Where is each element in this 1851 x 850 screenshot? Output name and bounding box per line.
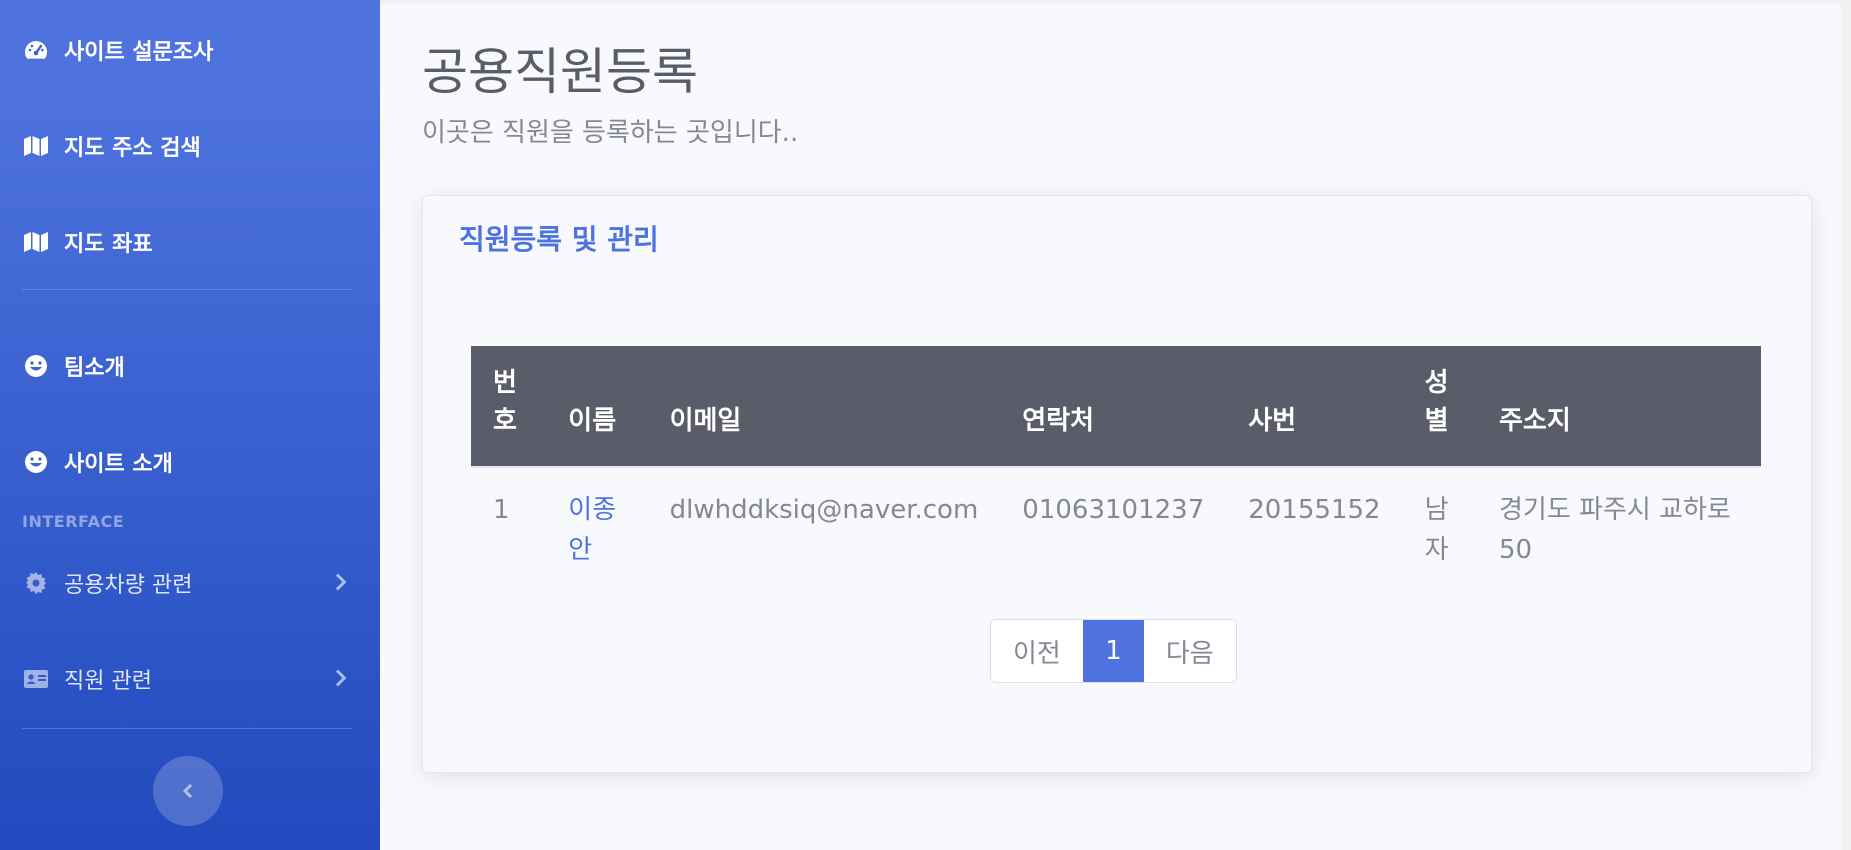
sidebar: 사이트 설문조사 지도 주소 검색 지도 좌표 팀소개 사이트 소개 INTER… bbox=[0, 0, 380, 850]
sidebar-item-label: 지도 주소 검색 bbox=[64, 136, 201, 161]
sidebar-item-label: 공용차량 관련 bbox=[64, 573, 193, 598]
cell-employee-id: 20155152 bbox=[1248, 495, 1381, 525]
column-header-name[interactable]: 이름 bbox=[546, 346, 648, 468]
sidebar-item-map-coords[interactable]: 지도 좌표 bbox=[22, 226, 153, 258]
column-header-gender[interactable]: 성별 bbox=[1402, 346, 1477, 468]
column-header-employee-id[interactable]: 사번 bbox=[1226, 346, 1403, 468]
id-card-icon bbox=[22, 667, 50, 691]
chevron-right-icon bbox=[329, 573, 347, 591]
chevron-left-icon bbox=[182, 783, 198, 799]
cell-name-link[interactable]: 이종안 bbox=[546, 467, 647, 580]
gear-icon bbox=[22, 571, 50, 595]
map-icon bbox=[22, 230, 50, 254]
scrollbar[interactable] bbox=[1841, 0, 1851, 850]
sidebar-item-about[interactable]: 사이트 소개 bbox=[22, 446, 173, 478]
pagination-prev-button[interactable]: 이전 bbox=[991, 620, 1083, 682]
column-header-number[interactable]: 번호 bbox=[471, 346, 547, 468]
sidebar-divider bbox=[22, 728, 352, 729]
sidebar-divider bbox=[22, 289, 352, 290]
sidebar-item-vehicles[interactable]: 공용차량 관련 bbox=[22, 567, 192, 599]
staff-table: 번호 이름 이메일 연락처 사번 성별 주소지 1 이종안 dlwhddksiq… bbox=[471, 346, 1761, 580]
sidebar-item-label: 사이트 소개 bbox=[64, 452, 173, 477]
sidebar-item-label: 지도 좌표 bbox=[64, 232, 153, 257]
column-header-address[interactable]: 주소지 bbox=[1477, 346, 1761, 468]
table-header-row: 번호 이름 이메일 연락처 사번 성별 주소지 bbox=[471, 346, 1761, 468]
pagination-next-button[interactable]: 다음 bbox=[1143, 620, 1236, 682]
cell-address: 경기도 파주시 교하로 50 bbox=[1499, 495, 1731, 565]
sidebar-toggle-button[interactable] bbox=[153, 756, 223, 826]
column-header-phone[interactable]: 연락처 bbox=[1000, 346, 1227, 468]
sidebar-item-survey[interactable]: 사이트 설문조사 bbox=[22, 34, 213, 66]
sidebar-heading: INTERFACE bbox=[22, 512, 125, 531]
tachometer-icon bbox=[22, 38, 50, 62]
grin-icon bbox=[22, 450, 50, 474]
sidebar-item-map-address[interactable]: 지도 주소 검색 bbox=[22, 130, 201, 162]
card-title: 직원등록 및 관리 bbox=[459, 223, 659, 256]
staff-card: 직원등록 및 관리 번호 이름 이메일 연락처 사번 성별 주소지 1 이종안 … bbox=[422, 195, 1812, 773]
cell-number: 1 bbox=[493, 495, 510, 525]
sidebar-item-team[interactable]: 팀소개 bbox=[22, 350, 125, 382]
sidebar-item-staff[interactable]: 직원 관련 bbox=[22, 663, 152, 695]
table-row[interactable]: 1 이종안 dlwhddksiq@naver.com 01063101237 2… bbox=[471, 467, 1761, 580]
sidebar-item-label: 사이트 설문조사 bbox=[64, 40, 214, 65]
column-header-email[interactable]: 이메일 bbox=[647, 346, 1001, 468]
cell-gender: 남자 bbox=[1424, 495, 1449, 565]
page-subtitle: 이곳은 직원을 등록하는 곳입니다.. bbox=[422, 118, 799, 148]
sidebar-item-label: 직원 관련 bbox=[64, 669, 152, 694]
sidebar-item-label: 팀소개 bbox=[64, 356, 125, 381]
page-title: 공용직원등록 bbox=[422, 43, 698, 101]
pagination-page-button[interactable]: 1 bbox=[1082, 620, 1144, 682]
chevron-right-icon bbox=[329, 669, 347, 687]
cell-phone: 01063101237 bbox=[1022, 495, 1205, 525]
cell-email: dlwhddksiq@naver.com bbox=[669, 495, 979, 525]
grin-icon bbox=[22, 354, 50, 378]
map-icon bbox=[22, 134, 50, 158]
topbar-shadow bbox=[380, 0, 1851, 6]
pagination: 이전 1 다음 bbox=[990, 619, 1237, 683]
